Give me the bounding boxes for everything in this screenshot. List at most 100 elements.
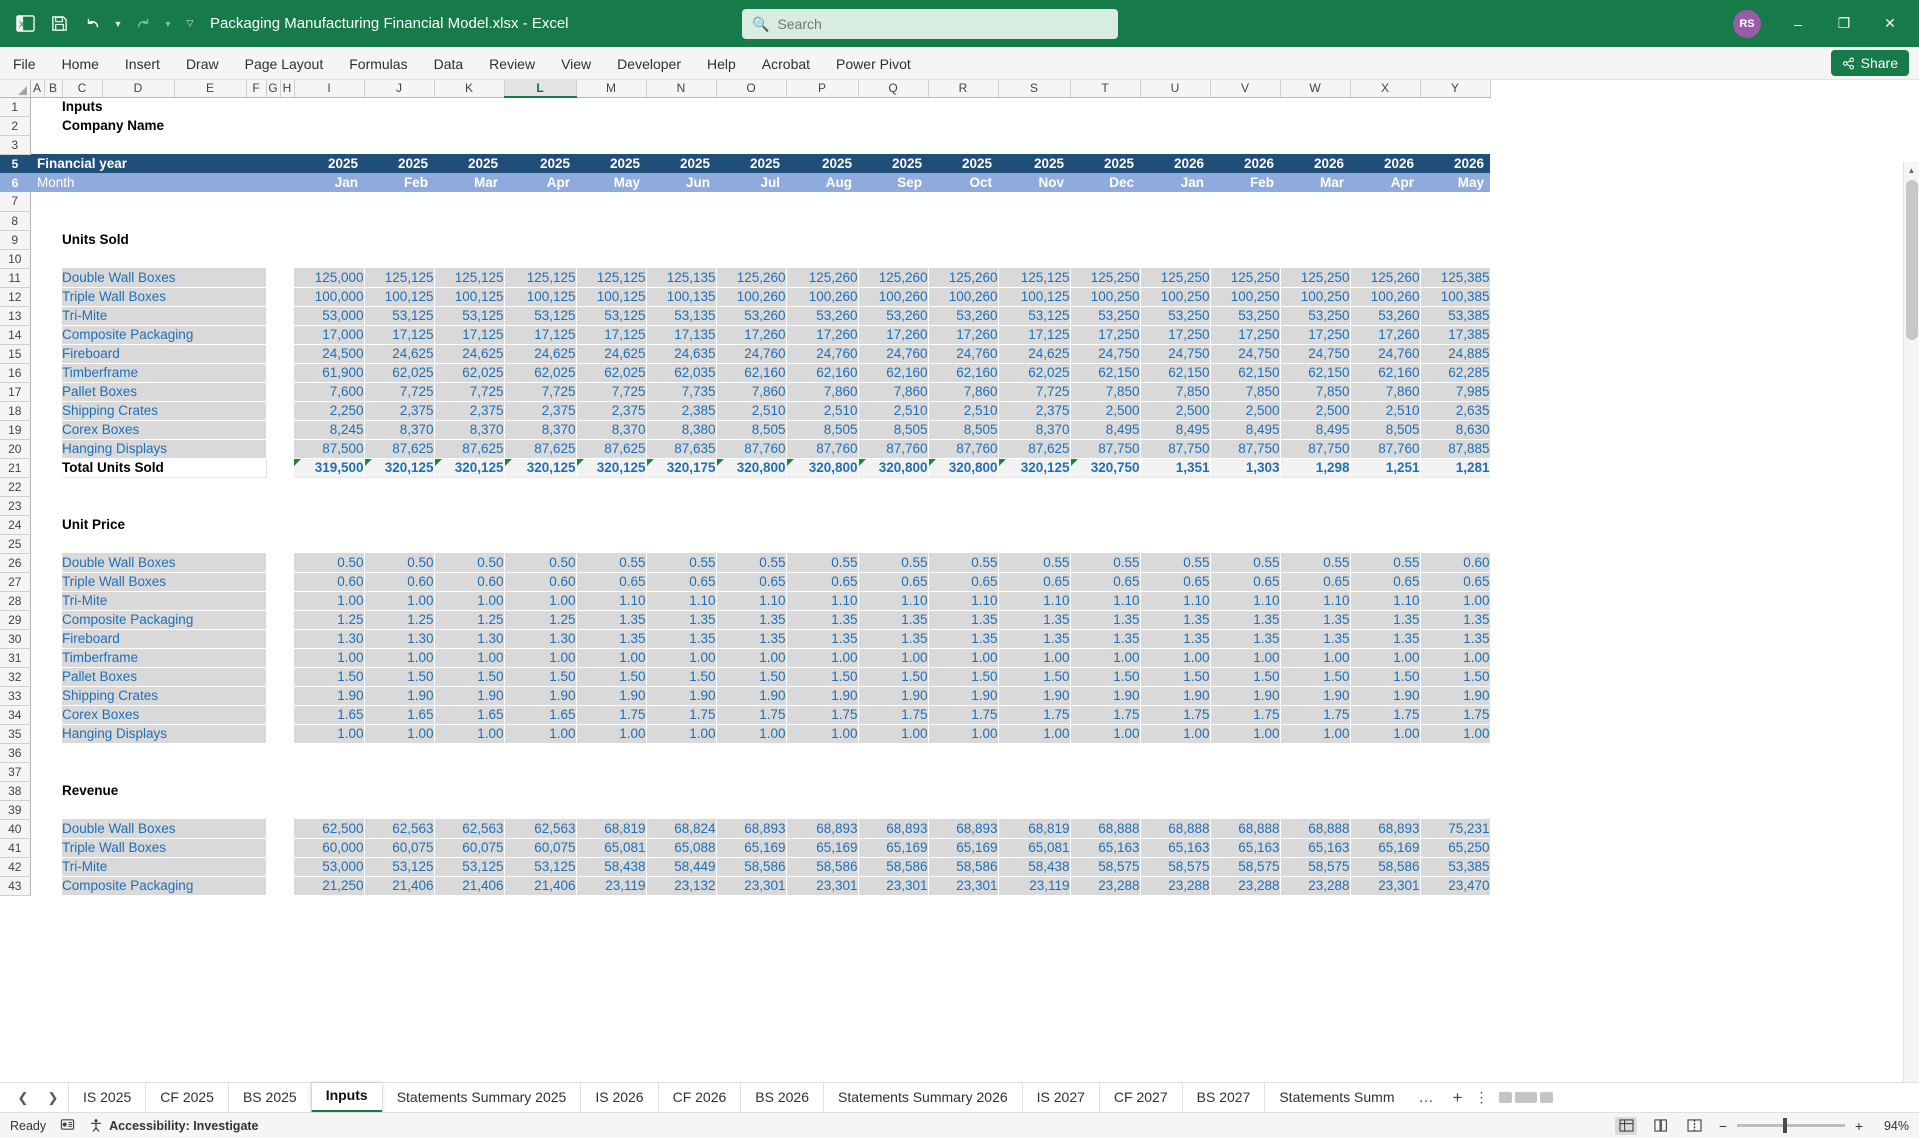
data-cell[interactable]: 53,250 bbox=[1140, 306, 1211, 326]
data-cell[interactable]: 17,250 bbox=[1140, 325, 1211, 345]
data-cell[interactable]: 24,760 bbox=[1350, 344, 1421, 364]
data-cell[interactable]: 87,760 bbox=[716, 439, 787, 459]
data-cell[interactable]: 1.00 bbox=[576, 724, 647, 744]
cell-V[interactable] bbox=[1210, 249, 1280, 268]
cell-T[interactable] bbox=[1070, 743, 1140, 762]
cell-D[interactable] bbox=[102, 249, 174, 268]
cell-T[interactable] bbox=[1070, 534, 1140, 553]
cell-G[interactable] bbox=[266, 876, 280, 895]
data-cell[interactable]: 1.75 bbox=[998, 705, 1071, 725]
cell-C[interactable] bbox=[62, 135, 102, 154]
data-cell[interactable]: 17,125 bbox=[434, 325, 505, 345]
row-header-28[interactable]: 28 bbox=[0, 591, 31, 611]
data-cell[interactable]: 53,125 bbox=[364, 306, 435, 326]
cell-V[interactable] bbox=[1210, 230, 1280, 249]
cell-E[interactable] bbox=[174, 477, 246, 496]
data-cell[interactable]: 100,260 bbox=[858, 287, 929, 307]
data-cell[interactable]: 1.50 bbox=[716, 667, 787, 687]
cell-B[interactable] bbox=[44, 230, 62, 249]
zoom-in-button[interactable]: + bbox=[1853, 1118, 1865, 1134]
cell-B[interactable] bbox=[44, 743, 62, 762]
cell-G[interactable] bbox=[266, 572, 280, 591]
cell-H[interactable] bbox=[280, 496, 294, 515]
row-header-40[interactable]: 40 bbox=[0, 819, 31, 839]
cell-K[interactable] bbox=[434, 230, 504, 249]
sheet-tab-is-2027[interactable]: IS 2027 bbox=[1021, 1082, 1099, 1113]
cell-T[interactable] bbox=[1070, 515, 1140, 534]
data-cell[interactable]: 23,301 bbox=[1350, 876, 1421, 896]
cell-G[interactable] bbox=[266, 363, 280, 382]
row-header-43[interactable]: 43 bbox=[0, 876, 31, 896]
data-cell[interactable]: 0.65 bbox=[1210, 572, 1281, 592]
data-cell[interactable]: 1.75 bbox=[1140, 705, 1211, 725]
total-cell[interactable]: 320,125 bbox=[434, 457, 505, 478]
cell-G[interactable] bbox=[266, 743, 280, 762]
data-cell[interactable]: 1.00 bbox=[858, 724, 929, 744]
zoom-thumb[interactable] bbox=[1783, 1118, 1787, 1133]
data-cell[interactable]: 2,500 bbox=[1070, 401, 1141, 421]
cell-H[interactable] bbox=[280, 116, 294, 135]
cell-D[interactable] bbox=[102, 496, 174, 515]
cell-N[interactable] bbox=[646, 192, 716, 211]
data-cell[interactable]: 1.00 bbox=[786, 648, 859, 668]
data-cell[interactable]: 1.35 bbox=[576, 629, 647, 649]
cell-G[interactable] bbox=[266, 819, 280, 838]
cell-Q[interactable] bbox=[858, 743, 928, 762]
cell-K[interactable] bbox=[434, 477, 504, 496]
cell-V[interactable] bbox=[1210, 496, 1280, 515]
cell-E[interactable] bbox=[174, 192, 246, 211]
cell-D[interactable] bbox=[102, 762, 174, 781]
row-label[interactable]: Double Wall Boxes bbox=[62, 553, 267, 573]
cell-Q[interactable] bbox=[858, 762, 928, 781]
cell-X[interactable] bbox=[1350, 781, 1420, 800]
data-cell[interactable]: 0.65 bbox=[858, 572, 929, 592]
horizontal-scrollbar[interactable] bbox=[1498, 1092, 1553, 1103]
ribbon-tab-power-pivot[interactable]: Power Pivot bbox=[823, 51, 924, 79]
cell-S[interactable] bbox=[998, 97, 1070, 116]
cell-X[interactable] bbox=[1350, 496, 1420, 515]
cell-J[interactable] bbox=[364, 230, 434, 249]
data-cell[interactable]: 8,370 bbox=[504, 420, 577, 440]
sheet-tab-cf-2025[interactable]: CF 2025 bbox=[145, 1082, 228, 1113]
cell-G[interactable] bbox=[266, 553, 280, 572]
row-label[interactable]: Pallet Boxes bbox=[62, 382, 267, 402]
data-cell[interactable]: 65,169 bbox=[1350, 838, 1421, 858]
data-cell[interactable]: 1.00 bbox=[716, 724, 787, 744]
data-cell[interactable]: 24,760 bbox=[928, 344, 999, 364]
data-cell[interactable]: 53,125 bbox=[434, 306, 505, 326]
worksheet-table[interactable]: A B C D E F G H I J K L M N O P Q R S T U V W X Y 1 Inputs 2 Company… bbox=[0, 80, 1491, 896]
data-cell[interactable]: 58,575 bbox=[1210, 857, 1281, 877]
data-cell[interactable]: 87,760 bbox=[858, 439, 929, 459]
cell-U[interactable] bbox=[1140, 534, 1210, 553]
data-cell[interactable]: 68,888 bbox=[1210, 819, 1281, 839]
column-header-E[interactable]: E bbox=[174, 80, 247, 98]
data-cell[interactable]: 1.50 bbox=[1420, 667, 1491, 687]
data-cell[interactable]: 62,160 bbox=[928, 363, 999, 383]
cell-B[interactable] bbox=[44, 458, 62, 477]
data-cell[interactable]: 1.00 bbox=[364, 648, 435, 668]
data-cell[interactable]: 53,125 bbox=[434, 857, 505, 877]
avatar[interactable]: RS bbox=[1733, 9, 1761, 38]
cell-G[interactable] bbox=[266, 230, 280, 249]
cell-Y[interactable] bbox=[1420, 743, 1490, 762]
data-cell[interactable]: 87,760 bbox=[786, 439, 859, 459]
cell-D[interactable] bbox=[102, 211, 174, 230]
data-cell[interactable]: 100,135 bbox=[646, 287, 717, 307]
data-cell[interactable]: 53,125 bbox=[576, 306, 647, 326]
cell-Y[interactable] bbox=[1420, 515, 1490, 534]
data-cell[interactable]: 7,735 bbox=[646, 382, 717, 402]
cell-N[interactable] bbox=[646, 116, 716, 135]
data-cell[interactable]: 1.35 bbox=[716, 629, 787, 649]
cell-B[interactable] bbox=[44, 572, 62, 591]
data-cell[interactable]: 65,250 bbox=[1420, 838, 1491, 858]
cell-A[interactable] bbox=[30, 667, 44, 686]
cell-A[interactable] bbox=[30, 401, 44, 420]
data-cell[interactable]: 7,860 bbox=[858, 382, 929, 402]
data-cell[interactable]: 65,088 bbox=[646, 838, 717, 858]
data-cell[interactable]: 1.90 bbox=[1210, 686, 1281, 706]
data-cell[interactable]: 100,250 bbox=[1280, 287, 1351, 307]
sheet-tab-is-2026[interactable]: IS 2026 bbox=[580, 1082, 657, 1113]
data-cell[interactable]: 62,500 bbox=[294, 819, 365, 839]
data-cell[interactable]: 62,025 bbox=[364, 363, 435, 383]
cell-A[interactable] bbox=[30, 306, 44, 325]
